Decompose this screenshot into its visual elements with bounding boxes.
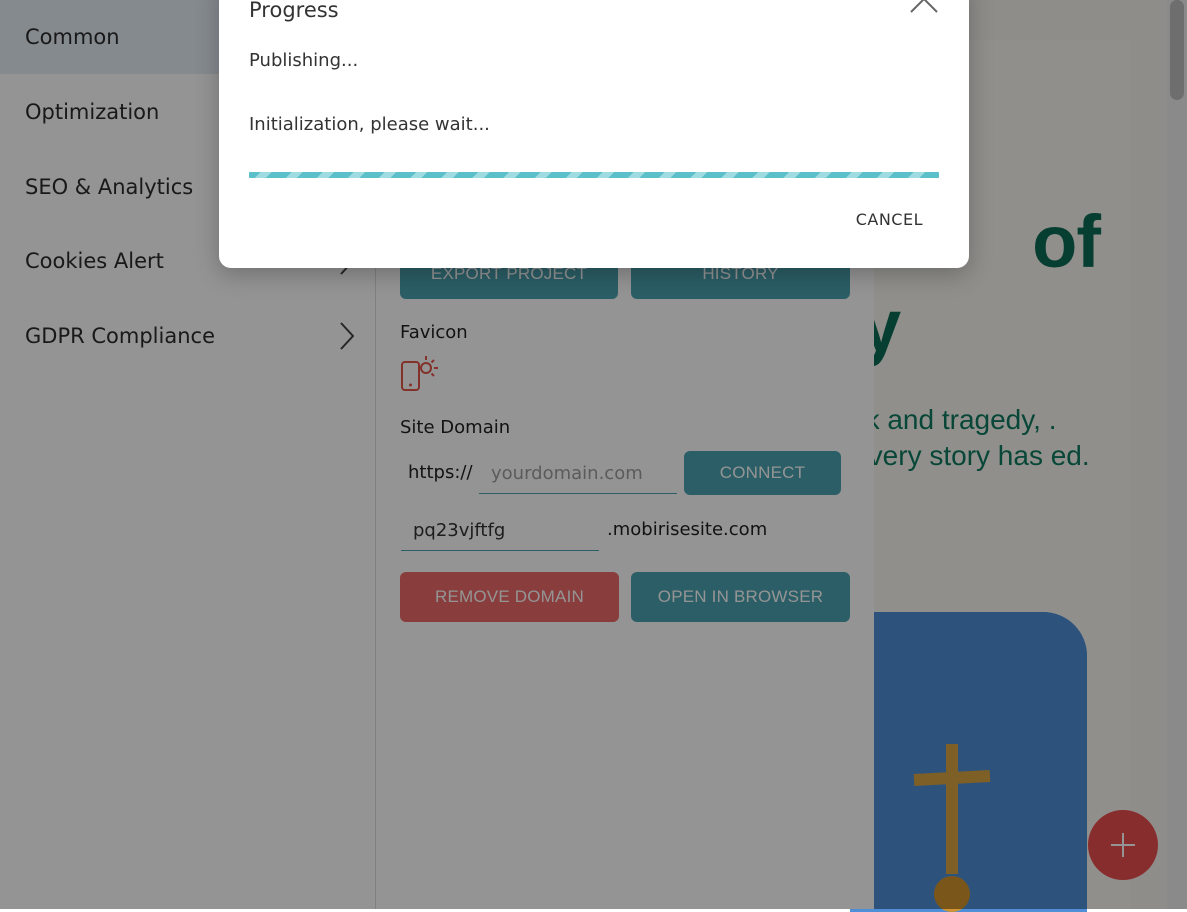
progress-dialog: Progress Publishing... Initialization, p… — [219, 0, 969, 268]
collapse-icon[interactable] — [909, 0, 939, 16]
dialog-status: Publishing... — [249, 50, 359, 71]
dialog-detail: Initialization, please wait... — [249, 114, 490, 135]
progress-bar — [249, 172, 939, 178]
cancel-button[interactable]: CANCEL — [856, 210, 923, 229]
dialog-title: Progress — [249, 0, 339, 22]
